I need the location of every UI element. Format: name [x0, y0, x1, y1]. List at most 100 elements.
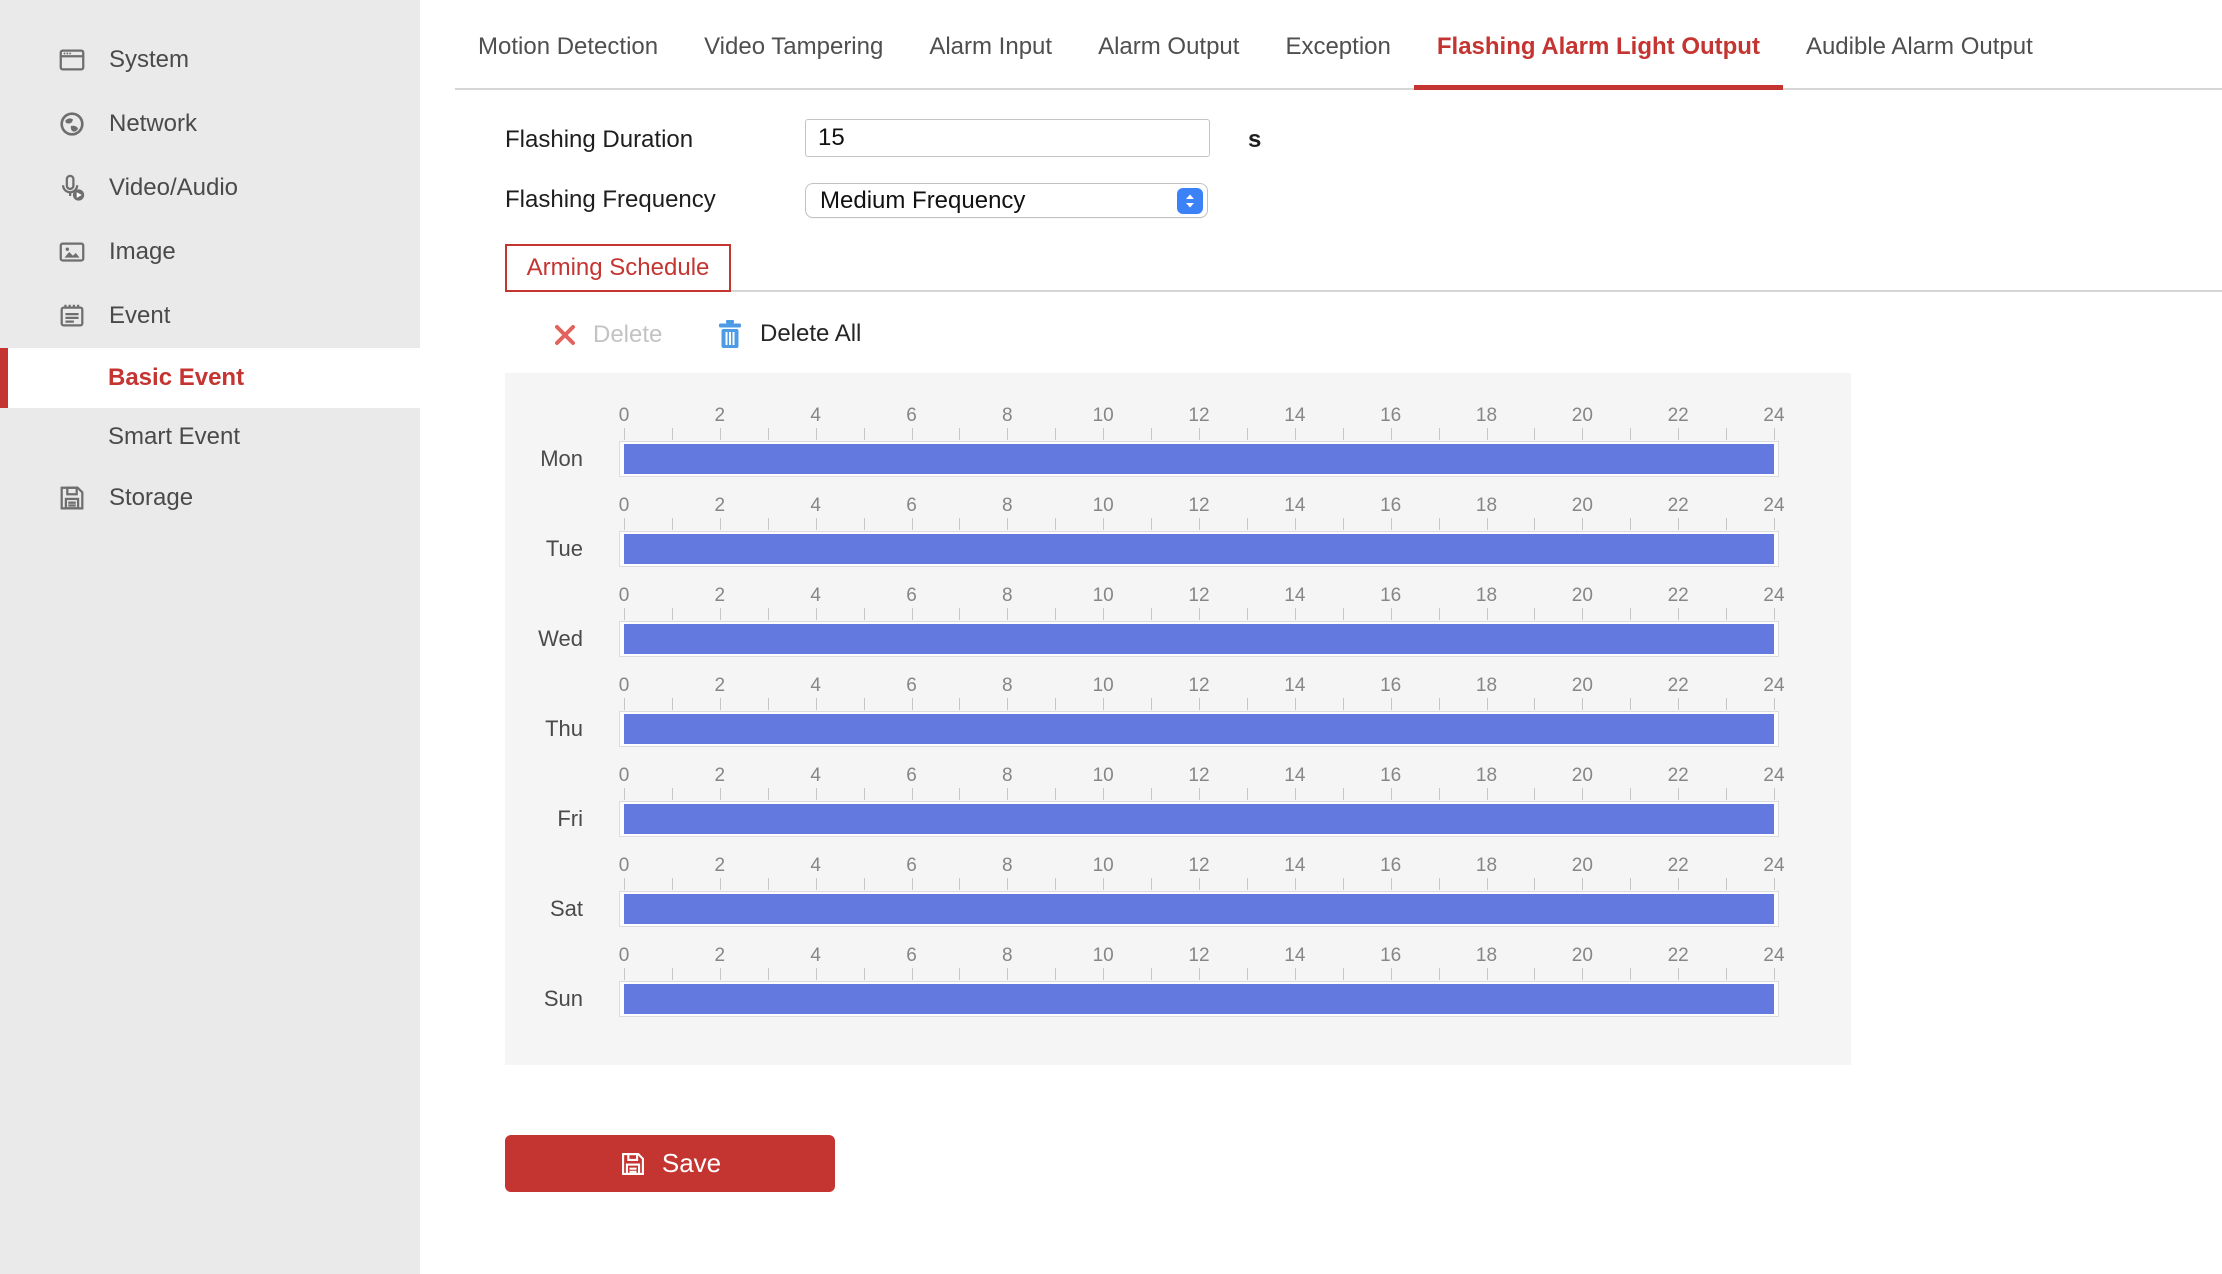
hour-label: 4 [810, 585, 821, 607]
tick-mark [1055, 788, 1056, 800]
hour-label: 10 [1093, 675, 1114, 697]
section-divider [731, 290, 2222, 292]
flashing-frequency-select[interactable]: Medium Frequency [805, 183, 1208, 218]
hour-label: 12 [1188, 675, 1209, 697]
save-button[interactable]: Save [505, 1135, 835, 1192]
tab-alarm-input[interactable]: Alarm Input [906, 6, 1075, 88]
tick-mark [1630, 698, 1631, 710]
hour-label: 16 [1380, 765, 1401, 787]
tab-motion-detection[interactable]: Motion Detection [455, 6, 681, 88]
tick-mark [1678, 428, 1679, 440]
tab-audible-alarm-output[interactable]: Audible Alarm Output [1783, 6, 2056, 88]
hour-label: 0 [619, 495, 630, 517]
hour-label: 24 [1763, 945, 1784, 967]
sidebar-item-image[interactable]: Image [0, 220, 420, 284]
tick-mark [1295, 968, 1296, 980]
hour-label: 22 [1668, 765, 1689, 787]
sidebar-item-event[interactable]: Event [0, 284, 420, 348]
tick-mark [816, 518, 817, 530]
hour-label: 12 [1188, 585, 1209, 607]
delete-button[interactable]: Delete [553, 320, 662, 350]
sidebar-item-basic-event[interactable]: Basic Event [0, 348, 420, 408]
tick-mark [720, 878, 721, 890]
tick-mark [1295, 698, 1296, 710]
tick-mark [1295, 518, 1296, 530]
hour-label: 24 [1763, 765, 1784, 787]
tick-mark [624, 788, 625, 800]
hour-label: 2 [715, 765, 726, 787]
hour-label: 8 [1002, 855, 1013, 877]
tick-mark [959, 878, 960, 890]
hour-label: 4 [810, 495, 821, 517]
hour-label: 8 [1002, 945, 1013, 967]
schedule-row-sun: Sun024681012141618202224 [505, 947, 1851, 1037]
sidebar-item-system[interactable]: System [0, 28, 420, 92]
tick-mark [1774, 608, 1775, 620]
tick-mark [959, 698, 960, 710]
tick-mark [1774, 878, 1775, 890]
hour-label: 10 [1093, 495, 1114, 517]
hour-label: 16 [1380, 405, 1401, 427]
tab-video-tampering[interactable]: Video Tampering [681, 6, 906, 88]
tick-mark [720, 698, 721, 710]
hour-label: 2 [715, 675, 726, 697]
schedule-bar[interactable] [624, 894, 1774, 924]
tab-flashing-alarm-light-output[interactable]: Flashing Alarm Light Output [1414, 6, 1783, 88]
schedule-bar[interactable] [624, 444, 1774, 474]
hour-label: 0 [619, 585, 630, 607]
schedule-bar[interactable] [624, 804, 1774, 834]
tick-mark [912, 878, 913, 890]
tick-mark [624, 878, 625, 890]
hour-label: 8 [1002, 675, 1013, 697]
hour-label: 16 [1380, 945, 1401, 967]
sidebar-item-storage[interactable]: Storage [0, 466, 420, 530]
schedule-bar[interactable] [624, 534, 1774, 564]
tick-mark [1007, 788, 1008, 800]
tick-mark [1534, 878, 1535, 890]
tab-exception[interactable]: Exception [1262, 6, 1413, 88]
sidebar-item-smart-event[interactable]: Smart Event [0, 408, 420, 466]
tick-mark [1391, 968, 1392, 980]
trash-icon [716, 319, 744, 349]
schedule-row-mon: Mon024681012141618202224 [505, 407, 1851, 497]
sidebar-item-label: Network [109, 110, 197, 138]
hour-label: 4 [810, 855, 821, 877]
sidebar-item-label: Smart Event [108, 423, 240, 451]
tick-mark [912, 428, 913, 440]
mic-icon [57, 173, 87, 203]
hour-label: 16 [1380, 495, 1401, 517]
day-label: Wed [505, 621, 583, 657]
tick-mark [864, 878, 865, 890]
tick-mark [1439, 878, 1440, 890]
schedule-bar[interactable] [624, 714, 1774, 744]
sidebar-item-video-audio[interactable]: Video/Audio [0, 156, 420, 220]
tab-bar: Motion DetectionVideo TamperingAlarm Inp… [455, 0, 2222, 90]
tick-mark [1726, 608, 1727, 620]
hour-label: 16 [1380, 855, 1401, 877]
tick-mark [1343, 788, 1344, 800]
schedule-row-fri: Fri024681012141618202224 [505, 767, 1851, 857]
sidebar-item-label: System [109, 46, 189, 74]
hour-label: 24 [1763, 495, 1784, 517]
schedule-bar[interactable] [624, 624, 1774, 654]
hour-label: 12 [1188, 855, 1209, 877]
sidebar-item-network[interactable]: Network [0, 92, 420, 156]
tab-alarm-output[interactable]: Alarm Output [1075, 6, 1262, 88]
arming-schedule-tab[interactable]: Arming Schedule [505, 244, 731, 292]
day-timeline: 024681012141618202224 [624, 767, 1774, 857]
flashing-duration-input[interactable] [805, 119, 1210, 157]
hour-label: 12 [1188, 405, 1209, 427]
hour-label: 22 [1668, 855, 1689, 877]
floppy-icon [57, 483, 87, 513]
delete-all-button[interactable]: Delete All [716, 317, 861, 351]
hour-label: 14 [1284, 855, 1305, 877]
tick-mark [1295, 428, 1296, 440]
schedule-row-sat: Sat024681012141618202224 [505, 857, 1851, 947]
schedule-bar[interactable] [624, 984, 1774, 1014]
day-timeline: 024681012141618202224 [624, 947, 1774, 1037]
tick-mark [1151, 878, 1152, 890]
hour-label: 18 [1476, 855, 1497, 877]
tick-mark [1630, 878, 1631, 890]
hour-label: 12 [1188, 765, 1209, 787]
flashing-duration-unit: s [1248, 121, 1261, 159]
